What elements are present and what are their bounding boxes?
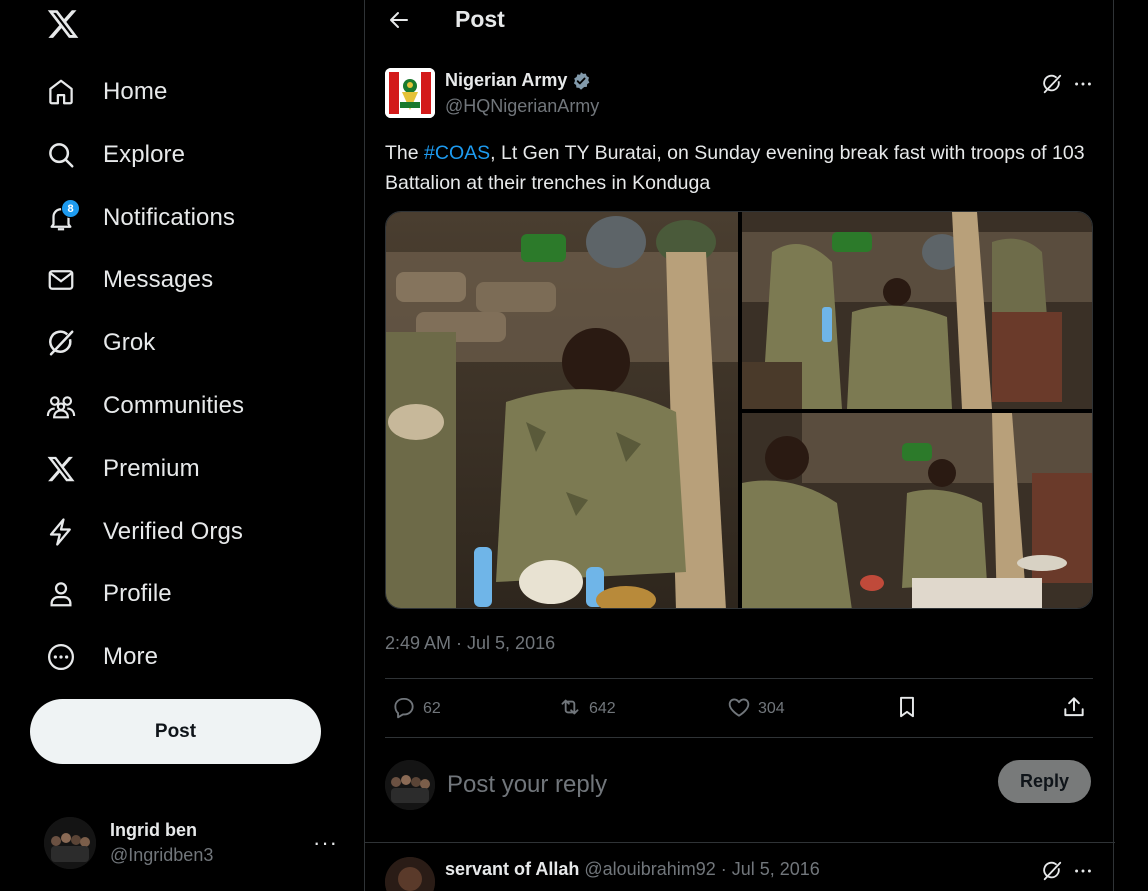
reply-button[interactable]: Reply [998, 760, 1091, 803]
author-handle[interactable]: @HQNigerianArmy [445, 96, 599, 117]
reply-count: 62 [423, 700, 441, 717]
reply-composer: Reply [385, 756, 1093, 816]
heart-icon [726, 694, 752, 725]
reply-tweet[interactable]: servant of Allah @alouibrahim92 · Jul 5,… [365, 843, 1115, 891]
reply-author-name[interactable]: servant of Allah [445, 859, 579, 879]
nav-premium[interactable]: Premium [44, 445, 200, 493]
nav-label: Home [103, 78, 168, 105]
account-name: Ingrid ben [110, 820, 197, 840]
tweet-text: The #COAS, Lt Gen TY Buratai, on Sunday … [385, 138, 1097, 198]
bookmark-action[interactable] [894, 693, 920, 725]
nav-more[interactable]: More [44, 633, 158, 681]
hashtag-link[interactable]: #COAS [424, 142, 490, 164]
tweet-text-lead: The [385, 142, 425, 164]
media-grid [385, 211, 1093, 609]
arrow-left-icon[interactable] [385, 6, 413, 34]
share-icon [1061, 694, 1087, 725]
nav-communities[interactable]: Communities [44, 382, 244, 430]
notification-badge: 8 [61, 199, 80, 218]
nav-label: Messages [103, 266, 214, 293]
comment-icon [391, 694, 417, 725]
nav-notifications[interactable]: 8 Notifications [44, 194, 235, 242]
x-logo-icon [44, 452, 78, 486]
share-action[interactable] [1061, 693, 1087, 725]
nav-label: Verified Orgs [103, 518, 244, 545]
nav-label: Profile [103, 580, 172, 607]
repost-icon [557, 694, 583, 725]
account-handle: @Ingridben3 [110, 845, 214, 865]
nav-profile[interactable]: Profile [44, 570, 172, 618]
more-dots-icon[interactable] [1069, 857, 1097, 885]
left-sidebar: Home Explore 8 Notifications Messages Gr… [0, 0, 364, 891]
tweet-timestamp[interactable]: 2:49 AM · Jul 5, 2016 [385, 633, 555, 654]
avatar [385, 760, 435, 810]
tweet-actions: 62 642 304 [385, 678, 1093, 738]
main-column: Post Nigerian Army @HQNigerianArmy The #… [364, 0, 1115, 891]
nav-explore[interactable]: Explore [44, 131, 185, 179]
search-icon [44, 138, 78, 172]
like-action[interactable]: 304 [726, 693, 785, 725]
home-icon [44, 75, 78, 109]
verified-badge-icon [571, 71, 591, 91]
nav-label: More [103, 643, 159, 670]
tweet-photo[interactable] [742, 212, 1092, 409]
lightning-icon [44, 515, 78, 549]
nav-home[interactable]: Home [44, 68, 167, 116]
more-dots-icon[interactable]: ··· [313, 830, 338, 856]
tweet-text-body: , Lt Gen TY Buratai, on Sunday evening b… [385, 142, 1085, 194]
avatar [44, 817, 96, 869]
nav-verified-orgs[interactable]: Verified Orgs [44, 508, 243, 556]
page-title: Post [455, 6, 505, 32]
post-button[interactable]: Post [30, 699, 321, 764]
reply-action[interactable]: 62 [391, 693, 441, 725]
nav-messages[interactable]: Messages [44, 256, 213, 304]
avatar[interactable] [385, 857, 435, 891]
page-header: Post [365, 0, 1115, 42]
nav-grok[interactable]: Grok [44, 319, 155, 367]
repost-count: 642 [589, 700, 616, 717]
more-dots-icon[interactable] [1069, 70, 1097, 98]
tweet-photo[interactable] [386, 212, 738, 608]
account-switcher[interactable]: Ingrid ben @Ingridben3 ··· [30, 808, 350, 878]
envelope-icon [44, 263, 78, 297]
author-avatar[interactable] [385, 68, 435, 118]
repost-action[interactable]: 642 [557, 693, 616, 725]
x-logo-icon[interactable] [44, 6, 82, 42]
reply-meta: servant of Allah @alouibrahim92 · Jul 5,… [445, 859, 820, 880]
author-name[interactable]: Nigerian Army [445, 70, 567, 91]
reply-input[interactable] [447, 768, 947, 802]
person-icon [44, 577, 78, 611]
grok-icon [44, 326, 78, 360]
reply-author-meta[interactable]: @alouibrahim92 · Jul 5, 2016 [584, 859, 819, 879]
nav-label: Explore [103, 141, 186, 168]
like-count: 304 [758, 700, 785, 717]
grok-icon[interactable] [1038, 70, 1066, 98]
author-name-row: Nigerian Army [445, 70, 591, 91]
more-circle-icon [44, 640, 78, 674]
bookmark-icon [894, 694, 920, 725]
nav-label: Grok [103, 329, 156, 356]
people-icon [44, 389, 78, 423]
grok-icon[interactable] [1038, 857, 1066, 885]
nav-label: Premium [103, 455, 200, 482]
nav-label: Notifications [103, 204, 236, 231]
nav-label: Communities [103, 392, 245, 419]
tweet-photo[interactable] [742, 413, 1092, 608]
bell-icon: 8 [44, 199, 80, 235]
